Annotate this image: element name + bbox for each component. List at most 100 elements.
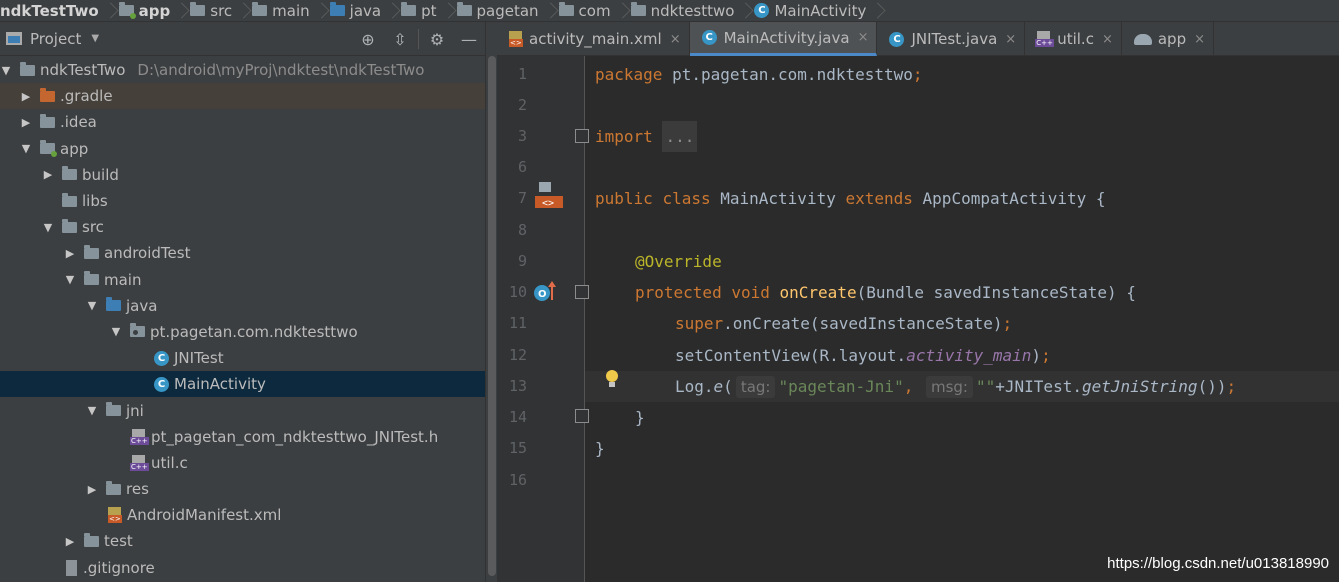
tree-item-mainactivity[interactable]: C MainActivity bbox=[0, 371, 485, 398]
tab-label: activity_main.xml bbox=[529, 30, 662, 48]
source-folder-icon bbox=[329, 2, 345, 16]
close-icon[interactable]: × bbox=[1005, 32, 1016, 47]
expand-arrow-icon[interactable] bbox=[20, 136, 32, 162]
tree-item-ndktesttwo[interactable]: ndkTestTwo D:\android\myProj\ndktest\ndk… bbox=[0, 57, 485, 83]
expand-arrow-icon[interactable] bbox=[0, 57, 12, 83]
line-number: 2 bbox=[517, 96, 527, 114]
expand-arrow-icon[interactable] bbox=[86, 398, 98, 424]
breadcrumb-label: com bbox=[578, 1, 611, 20]
breadcrumb-item-com[interactable]: com bbox=[555, 0, 617, 21]
expand-arrow-icon[interactable] bbox=[20, 109, 32, 135]
code-line-11: super.onCreate(savedInstanceState); bbox=[675, 308, 1012, 339]
chevron-down-icon[interactable]: ▼ bbox=[91, 33, 99, 44]
expand-arrow-icon[interactable] bbox=[86, 293, 98, 319]
tree-item-package[interactable]: pt.pagetan.com.ndktesttwo bbox=[0, 319, 485, 345]
tree-item-jnitest[interactable]: C JNITest bbox=[0, 345, 485, 371]
close-icon[interactable]: × bbox=[1194, 32, 1205, 47]
collapse-all-icon[interactable]: ⇳ bbox=[384, 22, 416, 56]
hide-panel-icon[interactable]: — bbox=[453, 22, 485, 56]
breadcrumb-item-pt[interactable]: pt bbox=[397, 0, 442, 21]
fold-expand-icon[interactable] bbox=[575, 129, 589, 143]
tree-item-gradle[interactable]: .gradle bbox=[0, 83, 485, 110]
method-call: setContentView(R.layout. bbox=[675, 346, 907, 365]
tree-item-res[interactable]: res bbox=[0, 476, 485, 502]
layout-preview-icon[interactable]: <> bbox=[533, 182, 565, 212]
tree-item-java[interactable]: java bbox=[0, 293, 485, 319]
breadcrumb-item-main[interactable]: main bbox=[248, 0, 315, 21]
lightbulb-icon[interactable] bbox=[603, 368, 621, 390]
breadcrumb-separator bbox=[872, 0, 882, 21]
breadcrumb-item-app[interactable]: app bbox=[115, 0, 177, 21]
watermark-text: https://blog.csdn.net/u013818990 bbox=[1107, 555, 1329, 572]
tab-label: app bbox=[1157, 30, 1187, 48]
tree-item-src[interactable]: src bbox=[0, 214, 485, 240]
breadcrumb-item-ndktesttwo[interactable]: ndktesttwo bbox=[627, 0, 741, 21]
navigation-breadcrumb: ndkTestTwo app src main java pt pagetan … bbox=[0, 0, 1339, 22]
tab-mainactivity-java[interactable]: C MainActivity.java × bbox=[689, 22, 878, 56]
expand-arrow-icon[interactable] bbox=[110, 319, 122, 345]
tree-item-test[interactable]: test bbox=[0, 528, 485, 554]
breadcrumb-item-src[interactable]: src bbox=[186, 0, 238, 21]
scrollbar-thumb[interactable] bbox=[488, 56, 496, 576]
close-icon[interactable]: × bbox=[670, 32, 681, 47]
package-icon bbox=[401, 2, 417, 16]
expand-arrow-icon[interactable] bbox=[64, 267, 76, 293]
fold-end-icon[interactable] bbox=[575, 409, 589, 423]
tree-item-label: jni bbox=[126, 401, 144, 420]
panel-scrollbar[interactable] bbox=[485, 22, 497, 582]
project-view-selector[interactable]: Project bbox=[30, 30, 81, 48]
code-editor[interactable]: 1 2 3 6 7 8 9 10 11 12 13 14 15 16 <> O bbox=[497, 56, 1339, 582]
tree-item-build[interactable]: build bbox=[0, 162, 485, 188]
tab-app-gradle[interactable]: app × bbox=[1122, 22, 1215, 56]
expand-arrow-icon[interactable] bbox=[20, 83, 32, 109]
tree-item-gitignore[interactable]: .gitignore bbox=[0, 555, 485, 581]
tab-activity-main-xml[interactable]: activity_main.xml × bbox=[497, 22, 690, 56]
tree-item-idea[interactable]: .idea bbox=[0, 109, 485, 135]
folder-icon bbox=[62, 192, 77, 207]
expand-arrow-icon[interactable] bbox=[64, 528, 76, 554]
folded-imports[interactable]: ... bbox=[662, 121, 698, 152]
tree-item-libs[interactable]: libs bbox=[0, 188, 485, 214]
scroll-from-source-icon[interactable]: ⊕ bbox=[352, 22, 384, 56]
tab-label: JNITest.java bbox=[911, 30, 998, 48]
tree-item-label: AndroidManifest.xml bbox=[127, 506, 282, 525]
keyword: package bbox=[595, 65, 663, 84]
tree-item-jnitest-header[interactable]: pt_pagetan_com_ndktesttwo_JNITest.h bbox=[0, 424, 485, 450]
close-icon[interactable]: × bbox=[858, 30, 869, 45]
tree-item-androidtest[interactable]: androidTest bbox=[0, 240, 485, 266]
c-source-file-icon bbox=[130, 454, 149, 471]
tree-item-jni[interactable]: jni bbox=[0, 397, 485, 423]
tree-item-util-c[interactable]: util.c bbox=[0, 450, 485, 476]
editor-tabs: activity_main.xml × C MainActivity.java … bbox=[497, 22, 1339, 56]
expand-arrow-icon[interactable] bbox=[42, 214, 54, 240]
folder-icon bbox=[84, 271, 99, 286]
override-method-icon[interactable]: O bbox=[533, 280, 557, 304]
tree-item-label: ndkTestTwo bbox=[40, 61, 126, 80]
tab-jnitest-java[interactable]: C JNITest.java × bbox=[877, 22, 1026, 56]
code-line-12: setContentView(R.layout.activity_main); bbox=[675, 340, 1051, 371]
breadcrumb-item-mainactivity[interactable]: C MainActivity bbox=[750, 0, 872, 21]
tree-item-label: main bbox=[104, 270, 142, 289]
tree-item-app[interactable]: app bbox=[0, 136, 485, 162]
expand-arrow-icon[interactable] bbox=[42, 162, 54, 188]
expand-arrow-placeholder bbox=[112, 450, 124, 476]
breadcrumb-item-java[interactable]: java bbox=[326, 0, 387, 21]
tree-item-main[interactable]: main bbox=[0, 267, 485, 293]
tab-util-c[interactable]: util.c × bbox=[1025, 22, 1122, 56]
breadcrumb-item-pagetan[interactable]: pagetan bbox=[453, 0, 545, 21]
fold-collapse-icon[interactable] bbox=[575, 285, 589, 299]
breadcrumb-separator bbox=[545, 0, 555, 21]
tree-item-manifest[interactable]: AndroidManifest.xml bbox=[0, 502, 485, 528]
breadcrumb-item-project[interactable]: ndkTestTwo bbox=[0, 0, 105, 21]
expand-arrow-icon[interactable] bbox=[86, 476, 98, 502]
class-icon: C bbox=[701, 30, 717, 45]
resource-folder-icon bbox=[106, 480, 121, 495]
keyword: void bbox=[731, 283, 770, 302]
code-line-1: package pt.pagetan.com.ndktesttwo; bbox=[595, 59, 923, 90]
string-literal: "pagetan-Jni" bbox=[778, 377, 904, 396]
gear-icon[interactable]: ⚙ bbox=[421, 22, 453, 56]
line-number: 13 bbox=[508, 377, 527, 395]
tree-item-label: src bbox=[82, 218, 104, 237]
expand-arrow-icon[interactable] bbox=[64, 240, 76, 266]
close-icon[interactable]: × bbox=[1102, 32, 1113, 47]
